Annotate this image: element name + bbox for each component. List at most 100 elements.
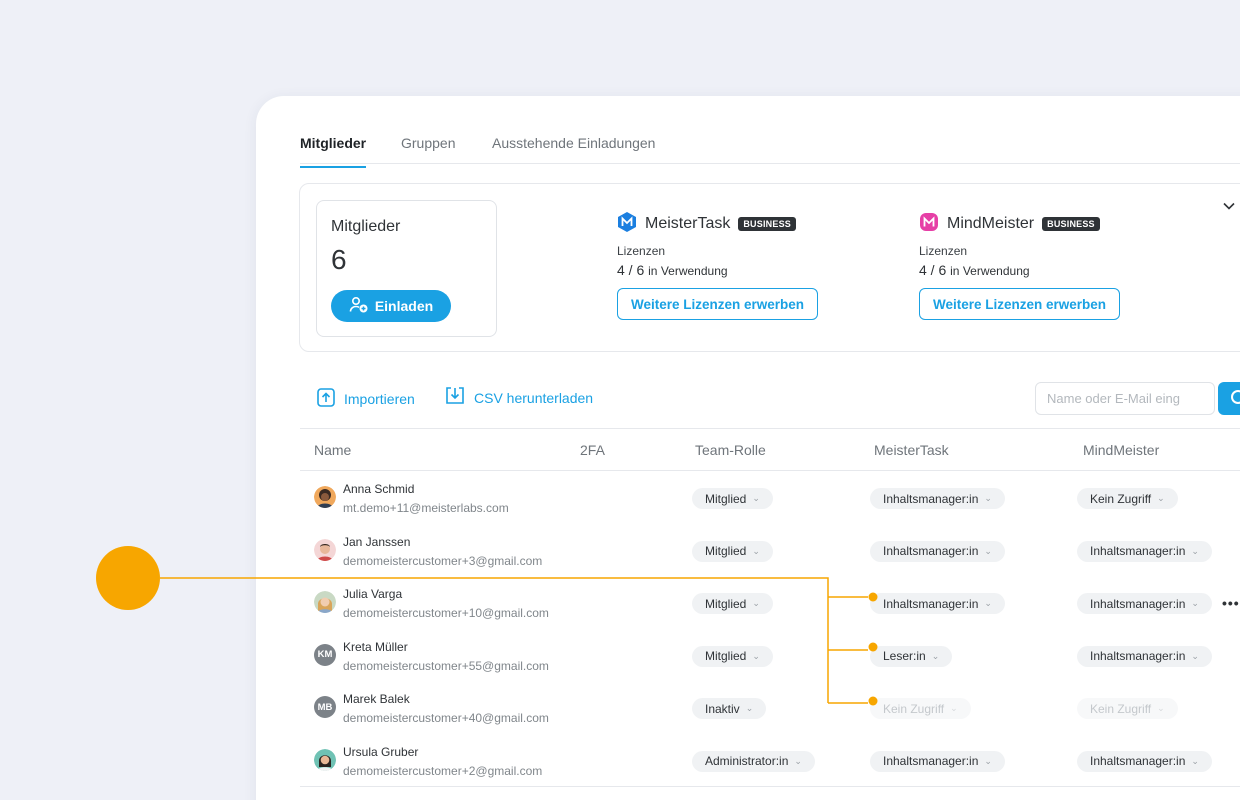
team-members-panel: Mitglieder Gruppen Ausstehende Einladung… (256, 96, 1240, 800)
member-email: demomeistercustomer+40@gmail.com (343, 711, 549, 726)
buy-licenses-button[interactable]: Weitere Lizenzen erwerben (919, 288, 1120, 320)
licenses-label: Lizenzen (617, 244, 666, 258)
license-summary: Mitglieder 6 Einladen MeisterTask BUSINE… (299, 183, 1240, 352)
tab-groups[interactable]: Gruppen (401, 135, 455, 166)
table-row[interactable]: Ursula Gruber demomeistercustomer+2@gmai… (300, 734, 1240, 787)
chevron-down-icon: ⌄ (745, 703, 754, 714)
team-role-dropdown[interactable]: Mitglied ⌄ (692, 645, 773, 667)
chevron-down-icon: ⌄ (1191, 545, 1199, 556)
mindmeister-role-dropdown[interactable]: Inhaltsmanager:in ⌄ (1077, 750, 1212, 772)
avatar: MB (314, 696, 336, 719)
members-table: Name 2FA Team-Rolle MeisterTask MindMeis… (300, 428, 1240, 787)
search-button[interactable] (1218, 382, 1240, 415)
chevron-down-icon: ⌄ (752, 650, 760, 661)
team-role-dropdown[interactable]: Mitglied ⌄ (692, 540, 773, 562)
member-name: Kreta Müller (343, 639, 408, 654)
table-row[interactable]: MB Marek Balek demomeistercustomer+40@gm… (300, 681, 1240, 734)
chevron-down-icon: ⌄ (1157, 493, 1165, 503)
mindmeister-role-dropdown[interactable]: Inhaltsmanager:in ⌄ (1077, 593, 1212, 615)
mindmeister-license: MindMeister BUSINESS Lizenzen 4 / 6 in V… (919, 212, 1159, 320)
member-name: Julia Varga (343, 587, 403, 602)
csv-download-button[interactable]: CSV herunterladen (444, 386, 593, 409)
member-name: Ursula Gruber (343, 744, 419, 759)
chevron-down-icon[interactable] (1222, 198, 1236, 216)
import-button[interactable]: Importieren (316, 386, 415, 411)
mindmeister-role-dropdown[interactable]: Inhaltsmanager:in ⌄ (1077, 540, 1212, 562)
table-row[interactable]: Julia Varga demomeistercustomer+10@gmail… (300, 576, 1240, 629)
chevron-down-icon: ⌄ (1191, 598, 1199, 609)
meistertask-logo-icon (617, 211, 637, 238)
team-role-dropdown[interactable]: Mitglied ⌄ (692, 488, 773, 509)
table-row[interactable]: Anna Schmid mt.demo+11@meisterlabs.com M… (300, 471, 1240, 524)
meistertask-role-dropdown[interactable]: Inhaltsmanager:in ⌄ (870, 593, 1005, 615)
invite-button-label: Einladen (374, 298, 434, 314)
import-icon (316, 386, 336, 411)
chevron-down-icon: ⌄ (752, 598, 760, 609)
chevron-down-icon: ⌄ (984, 545, 992, 556)
product-name: MindMeister (947, 215, 1035, 232)
meistertask-license: MeisterTask BUSINESS Lizenzen 4 / 6 in V… (617, 211, 857, 320)
csv-download-label: CSV herunterladen (474, 389, 594, 406)
meistertask-role-dropdown[interactable]: Leser:in ⌄ (870, 645, 953, 667)
table-row[interactable]: Jan Janssen demomeistercustomer+3@gmail.… (300, 524, 1240, 577)
meistertask-role-dropdown[interactable]: Inhaltsmanager:in ⌄ (870, 750, 1005, 772)
tab-bar: Mitglieder Gruppen Ausstehende Einladung… (300, 96, 1240, 168)
mindmeister-role-dropdown: Kein Zugriff ⌄ (1077, 698, 1178, 720)
mindmeister-role-dropdown[interactable]: Kein Zugriff ⌄ (1077, 488, 1178, 509)
chevron-down-icon: ⌄ (752, 493, 760, 503)
team-role-dropdown[interactable]: Mitglied ⌄ (692, 593, 773, 615)
avatar (314, 486, 336, 508)
members-toolbar: Importieren CSV herunterladen (300, 382, 1240, 415)
meistertask-role-dropdown[interactable]: Inhaltsmanager:in ⌄ (870, 488, 1005, 509)
table-row[interactable]: KM Kreta Müller demomeistercustomer+55@g… (300, 629, 1240, 682)
callout-marker (96, 546, 160, 610)
import-label: Importieren (344, 390, 415, 407)
column-header-name[interactable]: Name (314, 442, 351, 458)
chevron-down-icon: ⌄ (984, 493, 992, 503)
meistertask-role-dropdown: Kein Zugriff ⌄ (870, 698, 971, 720)
member-email: demomeistercustomer+3@gmail.com (343, 553, 543, 568)
chevron-down-icon: ⌄ (752, 545, 760, 556)
members-label: Mitglieder (331, 218, 401, 235)
tab-members[interactable]: Mitglieder (300, 135, 367, 168)
chevron-down-icon: ⌄ (984, 598, 992, 609)
mindmeister-logo-icon (919, 212, 939, 237)
more-icon[interactable]: ••• (1222, 595, 1240, 611)
column-header-meistertask[interactable]: MeisterTask (874, 442, 949, 458)
chevron-down-icon: ⌄ (984, 755, 992, 766)
license-usage: 4 / 6 in Verwendung (919, 262, 1030, 278)
chevron-down-icon: ⌄ (1191, 650, 1199, 661)
avatar (314, 538, 336, 561)
team-role-dropdown[interactable]: Inaktiv ⌄ (692, 698, 767, 720)
licenses-label: Lizenzen (919, 244, 968, 258)
member-email: demomeistercustomer+10@gmail.com (343, 606, 549, 621)
search-input[interactable] (1035, 382, 1215, 415)
column-header-mindmeister[interactable]: MindMeister (1083, 442, 1159, 458)
license-usage: 4 / 6 in Verwendung (617, 262, 728, 278)
add-user-icon (349, 296, 369, 317)
member-email: demomeistercustomer+2@gmail.com (343, 763, 543, 778)
member-name: Jan Janssen (343, 534, 411, 549)
avatar (314, 748, 336, 771)
member-name: Marek Balek (343, 692, 410, 707)
invite-button[interactable]: Einladen (331, 290, 451, 322)
table-header: Name 2FA Team-Rolle MeisterTask MindMeis… (300, 428, 1240, 471)
chevron-down-icon: ⌄ (950, 703, 958, 714)
column-header-2fa[interactable]: 2FA (580, 442, 605, 458)
mindmeister-role-dropdown[interactable]: Inhaltsmanager:in ⌄ (1077, 645, 1212, 667)
column-header-team-role[interactable]: Team-Rolle (695, 442, 766, 458)
chevron-down-icon: ⌄ (931, 650, 940, 661)
meistertask-role-dropdown[interactable]: Inhaltsmanager:in ⌄ (870, 540, 1005, 562)
buy-licenses-button[interactable]: Weitere Lizenzen erwerben (617, 288, 818, 320)
members-count: 6 (331, 244, 347, 275)
search-icon (1218, 390, 1240, 419)
download-icon (444, 386, 466, 409)
team-role-dropdown[interactable]: Administrator:in ⌄ (692, 750, 815, 772)
member-email: demomeistercustomer+55@gmail.com (343, 658, 549, 673)
chevron-down-icon: ⌄ (1157, 703, 1165, 714)
tab-pending-invitations[interactable]: Ausstehende Einladungen (492, 135, 655, 166)
chevron-down-icon: ⌄ (1191, 755, 1199, 766)
member-name: Anna Schmid (343, 482, 415, 496)
member-email: mt.demo+11@meisterlabs.com (343, 501, 509, 515)
members-count-card: Mitglieder 6 Einladen (316, 200, 497, 337)
